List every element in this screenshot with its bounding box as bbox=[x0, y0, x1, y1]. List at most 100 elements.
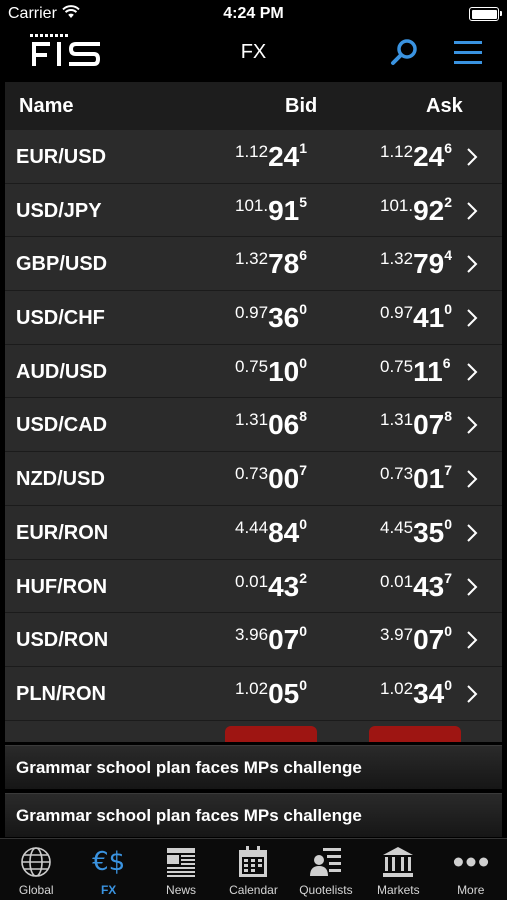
bid-price: 3.96070 bbox=[235, 623, 307, 656]
price-prefix: 1.32 bbox=[235, 249, 269, 269]
bank-building-icon bbox=[383, 847, 414, 877]
currency-pair: EUR/USD bbox=[16, 146, 107, 168]
news-ticker-item[interactable]: Grammar school plan faces MPs challenge bbox=[5, 793, 502, 837]
tab-quotelists[interactable]: Quotelists bbox=[290, 839, 362, 900]
fx-row[interactable]: EUR/USD 1.12241 1.12246 bbox=[5, 130, 502, 184]
ask-price: 1.31078 bbox=[380, 408, 452, 441]
currency-pair: GBP/USD bbox=[16, 253, 108, 276]
price-pips: 07 bbox=[413, 409, 445, 441]
fx-row[interactable]: HUF/RON 0.01432 0.01437 bbox=[5, 559, 502, 614]
ask-price: 0.01437 bbox=[380, 570, 452, 603]
chevron-right-icon bbox=[467, 255, 478, 274]
ask-price: 1.32794 bbox=[380, 247, 452, 280]
partial-row bbox=[5, 722, 502, 742]
currency-pair: EUR/RON bbox=[16, 521, 109, 544]
bid-price: 101.915 bbox=[235, 194, 307, 227]
bid-price: 4.44840 bbox=[235, 516, 307, 549]
price-pips: 07 bbox=[268, 624, 300, 656]
price-pips: 84 bbox=[268, 516, 300, 548]
price-prefix: 101. bbox=[380, 195, 414, 215]
ask-price: 0.75116 bbox=[380, 355, 451, 388]
chevron-right-icon bbox=[467, 524, 478, 542]
tab-label: More bbox=[457, 883, 485, 897]
price-fraction: 0 bbox=[444, 301, 453, 318]
menu-icon[interactable] bbox=[452, 38, 484, 66]
price-pips: 91 bbox=[268, 194, 300, 226]
fx-row[interactable]: USD/CHF 0.97 36 0 0.97410 bbox=[5, 291, 502, 345]
calendar-icon bbox=[239, 846, 268, 877]
tab-more[interactable]: More bbox=[435, 839, 507, 900]
tab-fx[interactable]: €$ FX bbox=[72, 839, 144, 900]
bid-price: 0.01432 bbox=[235, 570, 307, 603]
tab-news[interactable]: News bbox=[145, 839, 217, 900]
ask-price: 1.02340 bbox=[380, 677, 452, 710]
price-change-badge bbox=[369, 726, 461, 742]
chevron-right-icon bbox=[467, 363, 478, 381]
column-header-name[interactable]: Name bbox=[19, 95, 73, 118]
currency-exchange-icon: €$ bbox=[92, 847, 126, 877]
ask-price: 3.97070 bbox=[380, 623, 452, 656]
nav-bar: FX bbox=[0, 30, 507, 78]
price-prefix: 1.31 bbox=[235, 410, 269, 430]
currency-pair: USD/RON bbox=[16, 629, 109, 652]
price-fraction: 0 bbox=[299, 676, 308, 693]
price-pips: 05 bbox=[268, 677, 300, 709]
price-fraction: 7 bbox=[444, 569, 453, 586]
price-fraction: 8 bbox=[299, 408, 308, 425]
fx-row[interactable]: AUD/USD 0.75100 0.75116 bbox=[5, 344, 502, 399]
price-pips: 07 bbox=[413, 624, 445, 656]
price-change-badge bbox=[225, 726, 317, 742]
price-pips: 10 bbox=[268, 355, 300, 387]
price-pips: 36 bbox=[268, 302, 300, 334]
column-header-bid[interactable]: Bid bbox=[285, 95, 317, 118]
news-headline: Grammar school plan faces MPs challenge bbox=[16, 806, 362, 825]
fx-row[interactable]: USD/CAD 1.31068 1.31078 bbox=[5, 398, 502, 453]
price-fraction: 0 bbox=[299, 354, 308, 371]
tab-label: FX bbox=[100, 883, 117, 897]
ask-price: 1.12246 bbox=[380, 140, 452, 173]
currency-pair: PLN/RON bbox=[16, 682, 106, 705]
chevron-right-icon bbox=[467, 416, 478, 435]
price-pips: 35 bbox=[413, 516, 445, 548]
tab-global[interactable]: Global bbox=[0, 839, 72, 900]
chevron-right-icon bbox=[467, 148, 478, 166]
price-pips: 43 bbox=[413, 570, 445, 602]
price-fraction: 8 bbox=[444, 408, 453, 425]
price-prefix: 0.97 bbox=[380, 303, 414, 323]
more-dots-icon bbox=[453, 857, 488, 867]
currency-pair: USD/CHF bbox=[16, 307, 105, 330]
price-pips: 43 bbox=[268, 570, 300, 602]
fx-rate-list: EUR/USD 1.12241 1.12246 USD/JPY 101.915 101.9… bbox=[5, 130, 502, 722]
battery-icon bbox=[469, 7, 502, 21]
bid-price: 1.31068 bbox=[235, 408, 307, 441]
bid-price: 1.32786 bbox=[235, 247, 307, 280]
currency-pair: USD/JPY bbox=[16, 199, 102, 222]
status-time: 4:24 PM bbox=[223, 5, 284, 22]
price-prefix: 0.73 bbox=[235, 464, 269, 484]
fx-row[interactable]: GBP/USD 1.32786 1.32794 bbox=[5, 237, 502, 292]
fx-row[interactable]: USD/RON 3.96070 3.97070 bbox=[5, 613, 502, 667]
tab-calendar[interactable]: Calendar bbox=[217, 839, 289, 900]
fx-row[interactable]: USD/JPY 101.915 101.922 bbox=[5, 183, 502, 238]
price-fraction: 1 bbox=[299, 140, 308, 156]
price-prefix: 3.96 bbox=[235, 625, 269, 645]
tab-label: News bbox=[166, 883, 197, 897]
fx-row[interactable]: EUR/RON 4.44840 4.45350 bbox=[5, 505, 502, 560]
fx-row[interactable]: NZD/USD 0.73007 0.73017 bbox=[5, 452, 502, 506]
price-fraction: 6 bbox=[444, 140, 453, 156]
currency-pair: HUF/RON bbox=[16, 575, 108, 598]
tab-markets[interactable]: Markets bbox=[362, 839, 434, 900]
ask-price: 0.73017 bbox=[380, 462, 452, 495]
price-prefix: 3.97 bbox=[380, 625, 414, 645]
globe-icon bbox=[21, 847, 52, 877]
chevron-right-icon bbox=[467, 470, 478, 488]
column-header-ask[interactable]: Ask bbox=[426, 95, 463, 118]
price-prefix: 0.73 bbox=[380, 464, 414, 484]
currency-pair: NZD/USD bbox=[16, 468, 105, 491]
news-ticker-item[interactable]: Grammar school plan faces MPs challenge bbox=[5, 745, 502, 789]
ask-price: 0.97410 bbox=[380, 301, 452, 334]
search-icon[interactable] bbox=[389, 36, 421, 68]
price-fraction: 2 bbox=[299, 569, 308, 586]
fx-row[interactable]: PLN/RON 1.02050 1.02340 bbox=[5, 666, 502, 721]
bid-price: 0.73007 bbox=[235, 462, 307, 495]
